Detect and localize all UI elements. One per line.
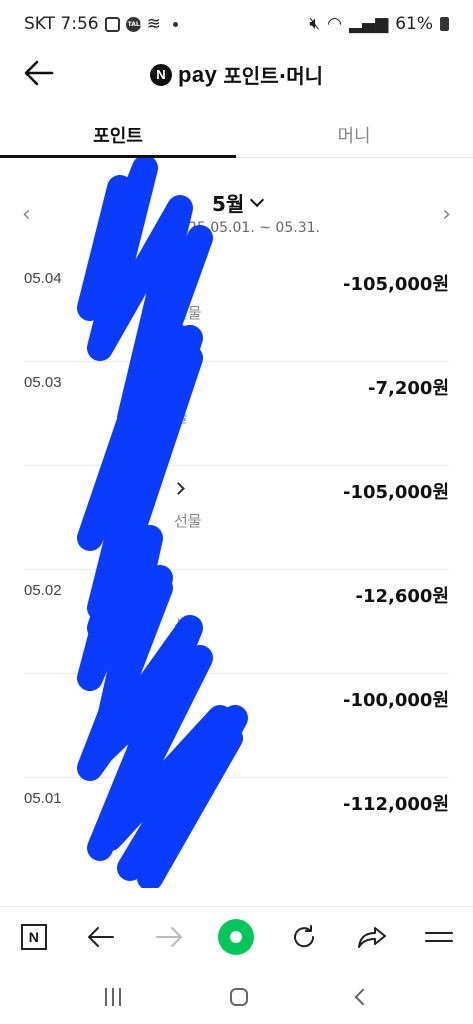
date-range: 25.05.01. ~ 05.31. [188,220,320,236]
app-header: N pay 포인트·머니 [0,48,473,98]
pay-wordmark: pay [177,61,218,87]
system-nav-bar [0,970,473,1024]
month-dropdown[interactable]: 5월 [212,188,265,217]
chevron-right-icon [172,482,185,495]
transaction-sub: 물 [174,824,188,842]
transaction-sub: 선물 [174,616,202,634]
system-back-icon[interactable] [354,988,371,1006]
forward-icon [155,926,182,947]
transaction-row[interactable]: 05.02 선물 -12,600원 [24,570,449,674]
browser-back-button[interactable] [81,917,121,957]
next-month-arrow-icon[interactable]: › [442,202,451,227]
refresh-icon [294,924,315,947]
chevron-down-icon [250,192,265,207]
battery-icon [440,17,449,31]
transaction-row[interactable]: 05.03 물 -7,200원 [24,362,449,466]
back-icon [88,926,115,947]
menu-button[interactable] [419,917,459,957]
tab-bar: 포인트 머니 [0,110,473,158]
transaction-sub: 선물 [174,304,202,322]
green-dot-button[interactable] [216,917,256,957]
transaction-date: 05.03 [24,374,62,391]
page-title: 포인트·머니 [223,64,324,88]
transaction-row[interactable]: 05.04 선물 -105,000원 [24,258,449,362]
green-dot-icon [218,918,255,955]
wifi-icon: ◠ [327,14,342,34]
transaction-amount: -12,600원 [355,586,450,607]
transaction-list: 05.04 선물 -105,000원 05.03 물 -7,200원 선물 -1… [0,258,473,882]
battery-level: 61% [395,14,433,34]
cell-signal-icon: ▂▄▆ [348,14,389,34]
carrier-time: SKT 7:56 [24,14,99,34]
naver-n-icon: N [20,923,47,950]
transaction-amount: -105,000원 [342,274,449,295]
brand-title: N pay 포인트·머니 [0,60,473,89]
status-right: 🔇︎ ◠ ▂▄▆ 61% [309,14,449,34]
month-label: 5월 [212,192,245,216]
transaction-row[interactable]: -100,000원 [24,674,449,778]
recent-apps-icon[interactable] [104,988,121,1006]
tab-points[interactable]: 포인트 [0,110,236,158]
transaction-amount: -7,200원 [368,378,449,399]
hamburger-menu-icon [425,931,454,942]
naver-home-button[interactable]: N [14,917,54,957]
transaction-date: 05.02 [24,582,62,599]
share-icon [357,926,386,948]
signal-notification-icon: ≋ [146,14,161,34]
home-icon[interactable] [229,988,248,1006]
month-selector: ‹ 5월 25.05.01. ~ 05.31. › [0,180,473,250]
gallery-notification-icon [104,16,120,32]
transaction-row[interactable]: 05.01 물 -112,000원 [24,778,449,882]
more-notifications-icon [172,21,178,27]
transaction-date: 05.04 [24,270,62,287]
transaction-amount: -112,000원 [342,794,449,815]
mute-icon: 🔇︎ [309,14,321,34]
status-left: SKT 7:56 TALK ≋ [24,14,178,34]
browser-forward-button[interactable] [149,917,189,957]
transaction-row[interactable]: 선물 -105,000원 [24,466,449,570]
share-button[interactable] [352,917,392,957]
refresh-button[interactable] [284,917,324,957]
naver-n-logo-icon: N [149,63,172,86]
browser-toolbar: N [0,906,473,966]
transaction-amount: -105,000원 [342,482,449,503]
prev-month-arrow-icon[interactable]: ‹ [22,202,31,227]
transaction-date: 05.01 [24,790,62,807]
transaction-amount: -100,000원 [342,690,449,711]
transaction-sub: 선물 [174,512,202,530]
kakaotalk-notification-icon: TALK [125,16,144,32]
tab-money[interactable]: 머니 [236,110,472,157]
transaction-sub: 물 [174,408,188,426]
status-bar: SKT 7:56 TALK ≋ 🔇︎ ◠ ▂▄▆ 61% [0,0,473,48]
